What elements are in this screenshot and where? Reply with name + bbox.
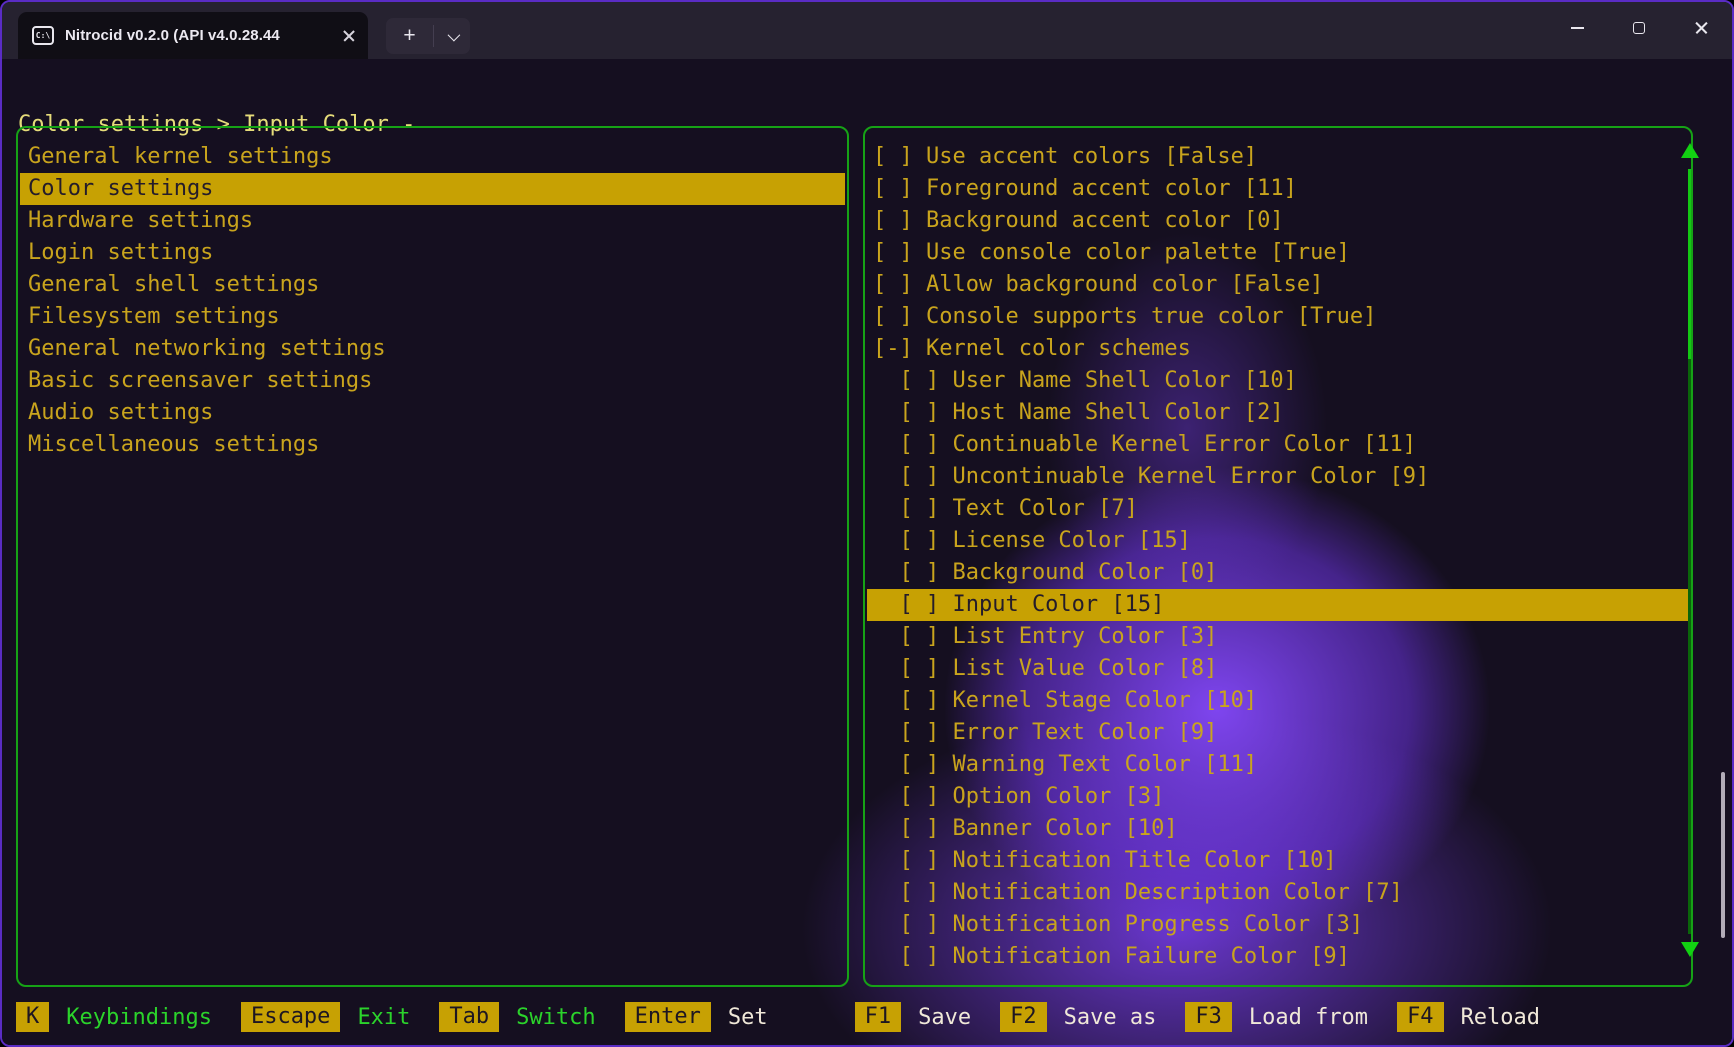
section-item[interactable]: General shell settings: [20, 269, 845, 301]
section-item[interactable]: General networking settings: [20, 333, 845, 365]
key-badge[interactable]: Tab: [439, 1002, 499, 1032]
close-button[interactable]: [1670, 2, 1732, 54]
tree-item[interactable]: [ ] Option Color [3]: [867, 781, 1689, 813]
tree-item[interactable]: [ ] Uncontinuable Kernel Error Color [9]: [867, 461, 1689, 493]
tree-item[interactable]: [ ] License Color [15]: [867, 525, 1689, 557]
tab-title: Nitrocid v0.2.0 (API v4.0.28.44: [65, 27, 331, 44]
tab-actions: +: [386, 18, 470, 54]
section-item[interactable]: Filesystem settings: [20, 301, 845, 333]
settings-sections-panel: General kernel settingsColor settingsHar…: [16, 126, 849, 987]
tree-item[interactable]: [ ] Input Color [15]: [867, 589, 1689, 621]
tree-item[interactable]: [ ] Background accent color [0]: [867, 205, 1689, 237]
new-tab-button[interactable]: +: [386, 24, 433, 48]
tree-item[interactable]: [ ] Notification Failure Color [9]: [867, 941, 1689, 973]
tree-item[interactable]: [ ] User Name Shell Color [10]: [867, 365, 1689, 397]
terminal-scrollbar-thumb[interactable]: [1721, 772, 1725, 938]
section-item[interactable]: Color settings: [20, 173, 845, 205]
key-action-label: Save: [918, 1005, 971, 1030]
key-badge[interactable]: F4: [1397, 1002, 1444, 1032]
minimize-button[interactable]: [1546, 2, 1608, 54]
tree-item[interactable]: [ ] Foreground accent color [11]: [867, 173, 1689, 205]
tab-dropdown-button[interactable]: [434, 32, 470, 41]
tree-item[interactable]: [ ] List Entry Color [3]: [867, 621, 1689, 653]
keybinding-group: Enter Set: [625, 1002, 768, 1032]
key-action-label: Set: [728, 1005, 768, 1030]
settings-options-tree: [ ] Use accent colors [False][ ] Foregro…: [867, 141, 1689, 973]
cmd-prompt-icon: C:\: [32, 26, 54, 45]
section-item[interactable]: Login settings: [20, 237, 845, 269]
tree-item[interactable]: [ ] Warning Text Color [11]: [867, 749, 1689, 781]
tree-item[interactable]: [ ] Continuable Kernel Error Color [11]: [867, 429, 1689, 461]
tree-item[interactable]: [ ] Banner Color [10]: [867, 813, 1689, 845]
tree-item[interactable]: [ ] Use accent colors [False]: [867, 141, 1689, 173]
keybinding-group: F2 Save as: [1000, 1002, 1156, 1032]
scroll-down-icon[interactable]: [1681, 942, 1699, 957]
tree-item[interactable]: [ ] Notification Title Color [10]: [867, 845, 1689, 877]
key-action-label: Switch: [516, 1005, 595, 1030]
maximize-button[interactable]: [1608, 2, 1670, 54]
keybinding-group: F4 Reload: [1397, 1002, 1540, 1032]
chevron-down-icon: [447, 28, 460, 41]
key-badge[interactable]: Enter: [625, 1002, 711, 1032]
key-action-label: Load from: [1249, 1005, 1368, 1030]
terminal-tab[interactable]: C:\ Nitrocid v0.2.0 (API v4.0.28.44: [18, 12, 368, 59]
tree-item[interactable]: [ ] Console supports true color [True]: [867, 301, 1689, 333]
tree-scrollbar-thumb[interactable]: [1688, 169, 1691, 359]
section-item[interactable]: General kernel settings: [20, 141, 845, 173]
terminal-content: Color settings > Input Color - General k…: [2, 59, 1732, 1045]
tree-item[interactable]: [ ] Background Color [0]: [867, 557, 1689, 589]
section-item[interactable]: Miscellaneous settings: [20, 429, 845, 461]
settings-options-panel: [ ] Use accent colors [False][ ] Foregro…: [863, 126, 1693, 987]
section-item[interactable]: Audio settings: [20, 397, 845, 429]
keybinding-group: Tab Switch: [439, 1002, 595, 1032]
tree-item[interactable]: [ ] Notification Description Color [7]: [867, 877, 1689, 909]
key-badge[interactable]: F2: [1000, 1002, 1047, 1032]
key-action-label: Save as: [1064, 1005, 1157, 1030]
scroll-up-icon[interactable]: [1681, 143, 1699, 158]
key-badge[interactable]: F3: [1185, 1002, 1232, 1032]
key-badge[interactable]: K: [16, 1002, 49, 1032]
key-badge[interactable]: F1: [855, 1002, 902, 1032]
minimize-icon: [1571, 27, 1584, 29]
keybindings-statusbar: K Keybindings Escape Exit Tab Switch Enter Set F…: [16, 1001, 1569, 1033]
key-badge[interactable]: Escape: [241, 1002, 340, 1032]
tree-item[interactable]: [ ] Notification Progress Color [3]: [867, 909, 1689, 941]
window-controls: [1546, 2, 1732, 59]
key-action-label: Exit: [357, 1005, 410, 1030]
tab-close-icon[interactable]: [342, 29, 356, 43]
key-action-label: Reload: [1461, 1005, 1540, 1030]
tree-item[interactable]: [ ] Host Name Shell Color [2]: [867, 397, 1689, 429]
keybinding-group: F1 Save: [855, 1002, 971, 1032]
key-action-label: Keybindings: [66, 1005, 212, 1030]
keybinding-group: K Keybindings: [16, 1002, 212, 1032]
section-item[interactable]: Basic screensaver settings: [20, 365, 845, 397]
section-item[interactable]: Hardware settings: [20, 205, 845, 237]
close-icon: [1694, 21, 1709, 36]
maximize-icon: [1633, 22, 1645, 34]
settings-sections-list: General kernel settingsColor settingsHar…: [20, 141, 845, 461]
tree-item[interactable]: [ ] List Value Color [8]: [867, 653, 1689, 685]
titlebar[interactable]: C:\ Nitrocid v0.2.0 (API v4.0.28.44 +: [2, 2, 1732, 59]
terminal-window: C:\ Nitrocid v0.2.0 (API v4.0.28.44 + Co…: [0, 0, 1734, 1047]
tree-item[interactable]: [ ] Kernel Stage Color [10]: [867, 685, 1689, 717]
keybinding-group: F3 Load from: [1185, 1002, 1368, 1032]
tree-item[interactable]: [ ] Error Text Color [9]: [867, 717, 1689, 749]
tree-item[interactable]: [-] Kernel color schemes: [867, 333, 1689, 365]
tree-item[interactable]: [ ] Allow background color [False]: [867, 269, 1689, 301]
keybinding-group: Escape Exit: [241, 1002, 410, 1032]
tree-item[interactable]: [ ] Text Color [7]: [867, 493, 1689, 525]
tree-item[interactable]: [ ] Use console color palette [True]: [867, 237, 1689, 269]
